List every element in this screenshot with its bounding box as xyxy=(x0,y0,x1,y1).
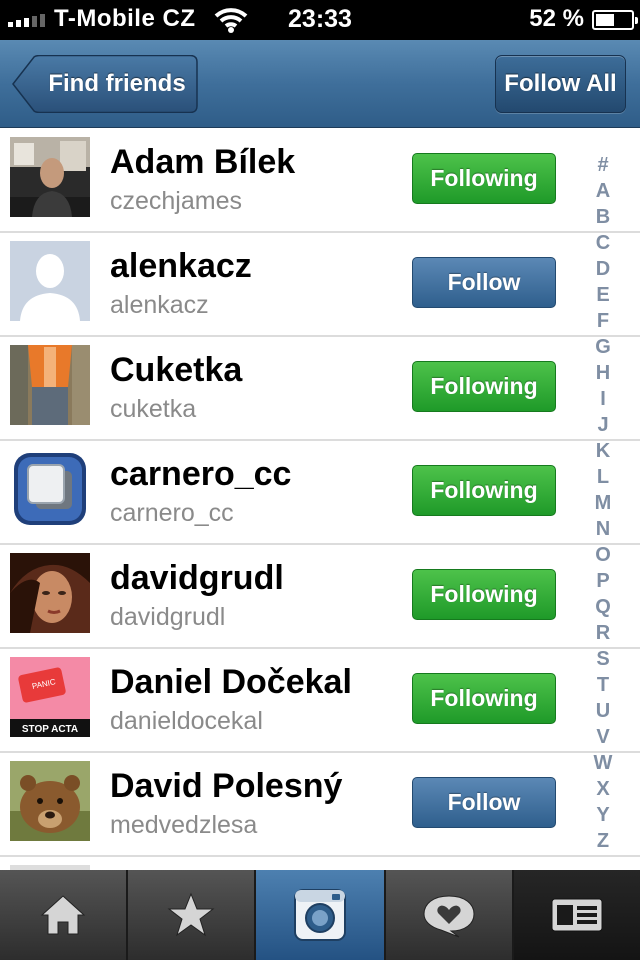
follow-button[interactable]: Follow xyxy=(412,777,556,828)
index-letter[interactable]: Q xyxy=(588,594,618,620)
user-username: cuketka xyxy=(110,395,197,423)
index-letter[interactable]: Z xyxy=(588,828,618,854)
avatar[interactable]: PANIC STOP ACTA xyxy=(10,657,90,737)
user-row[interactable]: Cuketka cuketka Following xyxy=(0,337,640,441)
index-letter[interactable]: N xyxy=(588,516,618,542)
index-letter[interactable]: E xyxy=(588,282,618,308)
index-letter[interactable]: D xyxy=(588,256,618,282)
index-letter[interactable]: C xyxy=(588,230,618,256)
back-button[interactable]: Find friends xyxy=(12,55,198,113)
alphabet-index[interactable]: # A B C D E F G H I J K L M N O P Q R S T U V W X Y Z xyxy=(588,152,618,854)
following-button[interactable]: Following xyxy=(412,465,556,516)
navigation-bar: Find friends Follow All xyxy=(0,40,640,128)
index-letter[interactable]: Y xyxy=(588,802,618,828)
follow-all-button[interactable]: Follow All xyxy=(495,55,626,113)
friends-list: Adam Bílek czechjames Following alenkacz… xyxy=(0,129,640,870)
index-letter[interactable]: V xyxy=(588,724,618,750)
user-row[interactable]: David Polesný medvedzlesa Follow xyxy=(0,753,640,857)
user-username: carnero_cc xyxy=(110,499,234,527)
user-row[interactable]: PANIC STOP ACTA Daniel Dočekal danieldoc… xyxy=(0,649,640,753)
camera-icon xyxy=(294,889,346,941)
user-display-name[interactable]: Cuketka xyxy=(110,351,242,390)
tab-bar xyxy=(0,870,640,960)
back-button-label: Find friends xyxy=(48,70,186,97)
index-letter[interactable]: G xyxy=(588,334,618,360)
avatar[interactable] xyxy=(10,553,90,633)
following-button[interactable]: Following xyxy=(412,673,556,724)
avatar[interactable] xyxy=(10,241,90,321)
user-username: medvedzlesa xyxy=(110,811,258,839)
index-letter[interactable]: K xyxy=(588,438,618,464)
user-display-name[interactable]: Adam Bílek xyxy=(110,143,295,182)
avatar[interactable] xyxy=(10,345,90,425)
profile-card-icon xyxy=(551,898,603,932)
index-letter[interactable]: L xyxy=(588,464,618,490)
user-row[interactable]: davidgrudl davidgrudl Following xyxy=(0,545,640,649)
avatar[interactable] xyxy=(10,137,90,217)
tab-camera[interactable] xyxy=(256,870,386,960)
user-username: czechjames xyxy=(110,187,242,215)
index-letter[interactable]: T xyxy=(588,672,618,698)
index-letter[interactable]: P xyxy=(588,568,618,594)
index-letter[interactable]: H xyxy=(588,360,618,386)
home-icon xyxy=(40,895,86,935)
tab-popular[interactable] xyxy=(128,870,256,960)
user-username: davidgrudl xyxy=(110,603,226,631)
index-letter[interactable]: M xyxy=(588,490,618,516)
status-bar: T-Mobile CZ 23:33 52 % xyxy=(0,0,640,40)
index-letter[interactable]: X xyxy=(588,776,618,802)
following-button[interactable]: Following xyxy=(412,361,556,412)
tab-profile[interactable] xyxy=(514,870,640,960)
heart-bubble-icon xyxy=(423,895,475,938)
user-display-name[interactable]: carnero_cc xyxy=(110,455,291,494)
index-letter[interactable]: R xyxy=(588,620,618,646)
user-row[interactable]: Adam Bílek czechjames Following xyxy=(0,129,640,233)
user-display-name[interactable]: David Polesný xyxy=(110,767,342,806)
index-letter[interactable]: F xyxy=(588,308,618,334)
following-button[interactable]: Following xyxy=(412,153,556,204)
user-row-partial[interactable] xyxy=(0,857,640,870)
index-letter[interactable]: I xyxy=(588,386,618,412)
battery-percentage: 52 % xyxy=(529,5,584,32)
index-letter[interactable]: U xyxy=(588,698,618,724)
tab-home[interactable] xyxy=(0,870,128,960)
index-letter[interactable]: J xyxy=(588,412,618,438)
avatar[interactable] xyxy=(10,761,90,841)
index-letter[interactable]: O xyxy=(588,542,618,568)
avatar[interactable] xyxy=(10,449,90,529)
user-display-name[interactable]: davidgrudl xyxy=(110,559,284,598)
user-row[interactable]: carnero_cc carnero_cc Following xyxy=(0,441,640,545)
index-letter[interactable]: S xyxy=(588,646,618,672)
user-display-name[interactable]: Daniel Dočekal xyxy=(110,663,352,702)
index-letter[interactable]: W xyxy=(588,750,618,776)
user-username: danieldocekal xyxy=(110,707,263,735)
index-letter[interactable]: # xyxy=(588,152,618,178)
index-letter[interactable]: A xyxy=(588,178,618,204)
following-button[interactable]: Following xyxy=(412,569,556,620)
stop-acta-text: STOP ACTA xyxy=(22,724,78,735)
battery-icon xyxy=(592,10,638,30)
user-display-name[interactable]: alenkacz xyxy=(110,247,252,286)
user-row[interactable]: alenkacz alenkacz Follow xyxy=(0,233,640,337)
tab-news[interactable] xyxy=(386,870,514,960)
index-letter[interactable]: B xyxy=(588,204,618,230)
user-username: alenkacz xyxy=(110,291,209,319)
star-icon xyxy=(167,892,215,937)
follow-button[interactable]: Follow xyxy=(412,257,556,308)
